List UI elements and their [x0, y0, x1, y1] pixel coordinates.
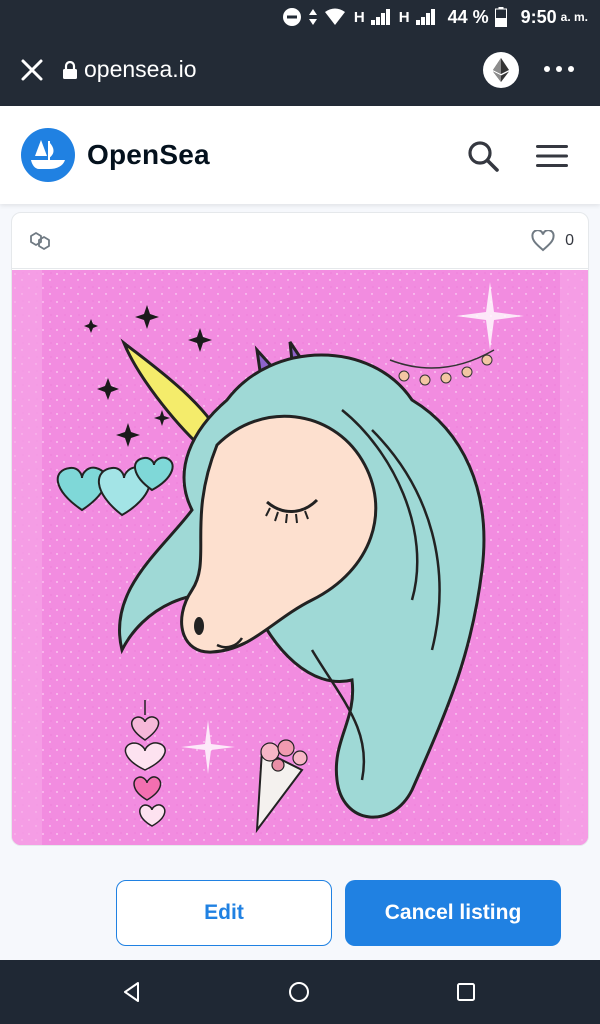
- heart-icon: [531, 230, 555, 252]
- battery-percent: 44 %: [447, 6, 489, 27]
- nft-card: 0: [11, 212, 589, 846]
- network-type-2: H: [398, 8, 410, 26]
- cancel-listing-button[interactable]: Cancel listing: [345, 880, 561, 946]
- search-icon: [468, 141, 499, 172]
- network-type-1: H: [353, 8, 365, 26]
- data-arrows-icon: [308, 9, 317, 25]
- menu-button[interactable]: [534, 142, 570, 170]
- url-text: opensea.io: [84, 56, 197, 82]
- home-icon: [289, 982, 309, 1002]
- clock: 9:50: [520, 6, 557, 27]
- ethereum-icon: [493, 58, 509, 82]
- status-icons: H H 44 % 9:50 a. m.: [282, 0, 588, 34]
- close-tab-button[interactable]: [18, 56, 46, 84]
- more-options-dot: [568, 66, 574, 72]
- battery-icon: [494, 7, 507, 27]
- address-bar[interactable]: opensea.io: [62, 56, 197, 83]
- recents-icon: [457, 983, 475, 1001]
- favorite-button[interactable]: 0: [531, 230, 574, 252]
- signal-icon: [415, 9, 435, 25]
- more-options-dot: [556, 66, 562, 72]
- search-button[interactable]: [465, 138, 501, 174]
- unicorn-artwork[interactable]: [12, 270, 588, 845]
- browser-toolbar: opensea.io: [0, 34, 600, 106]
- wifi-icon: [324, 8, 345, 25]
- back-button[interactable]: [120, 980, 144, 1004]
- more-options-button[interactable]: [544, 66, 580, 74]
- site-header: OpenSea: [0, 106, 600, 204]
- hamburger-menu-icon: [536, 145, 568, 167]
- home-button[interactable]: [287, 980, 311, 1004]
- ethereum-wallet-button[interactable]: [483, 52, 519, 88]
- opensea-logo-icon[interactable]: [21, 128, 75, 182]
- status-bar: H H 44 % 9:50 a. m.: [0, 0, 600, 34]
- listing-actions: Edit Cancel listing: [0, 862, 600, 960]
- sailboat-icon: [31, 140, 65, 169]
- brand-name[interactable]: OpenSea: [87, 139, 210, 171]
- more-options-icon: [544, 66, 550, 72]
- edit-button[interactable]: Edit: [116, 880, 332, 946]
- signal-icon: [370, 9, 390, 25]
- lock-icon: [63, 60, 77, 79]
- favorites-count: 0: [565, 232, 574, 249]
- do-not-disturb-icon: [282, 8, 301, 26]
- system-nav-bar: [0, 960, 600, 1024]
- clock-ampm: a. m.: [560, 10, 588, 24]
- close-icon: [21, 59, 43, 81]
- polygon-chain-icon: [28, 230, 52, 252]
- back-icon: [124, 982, 139, 1002]
- recents-button[interactable]: [454, 980, 478, 1004]
- card-header: 0: [12, 213, 588, 269]
